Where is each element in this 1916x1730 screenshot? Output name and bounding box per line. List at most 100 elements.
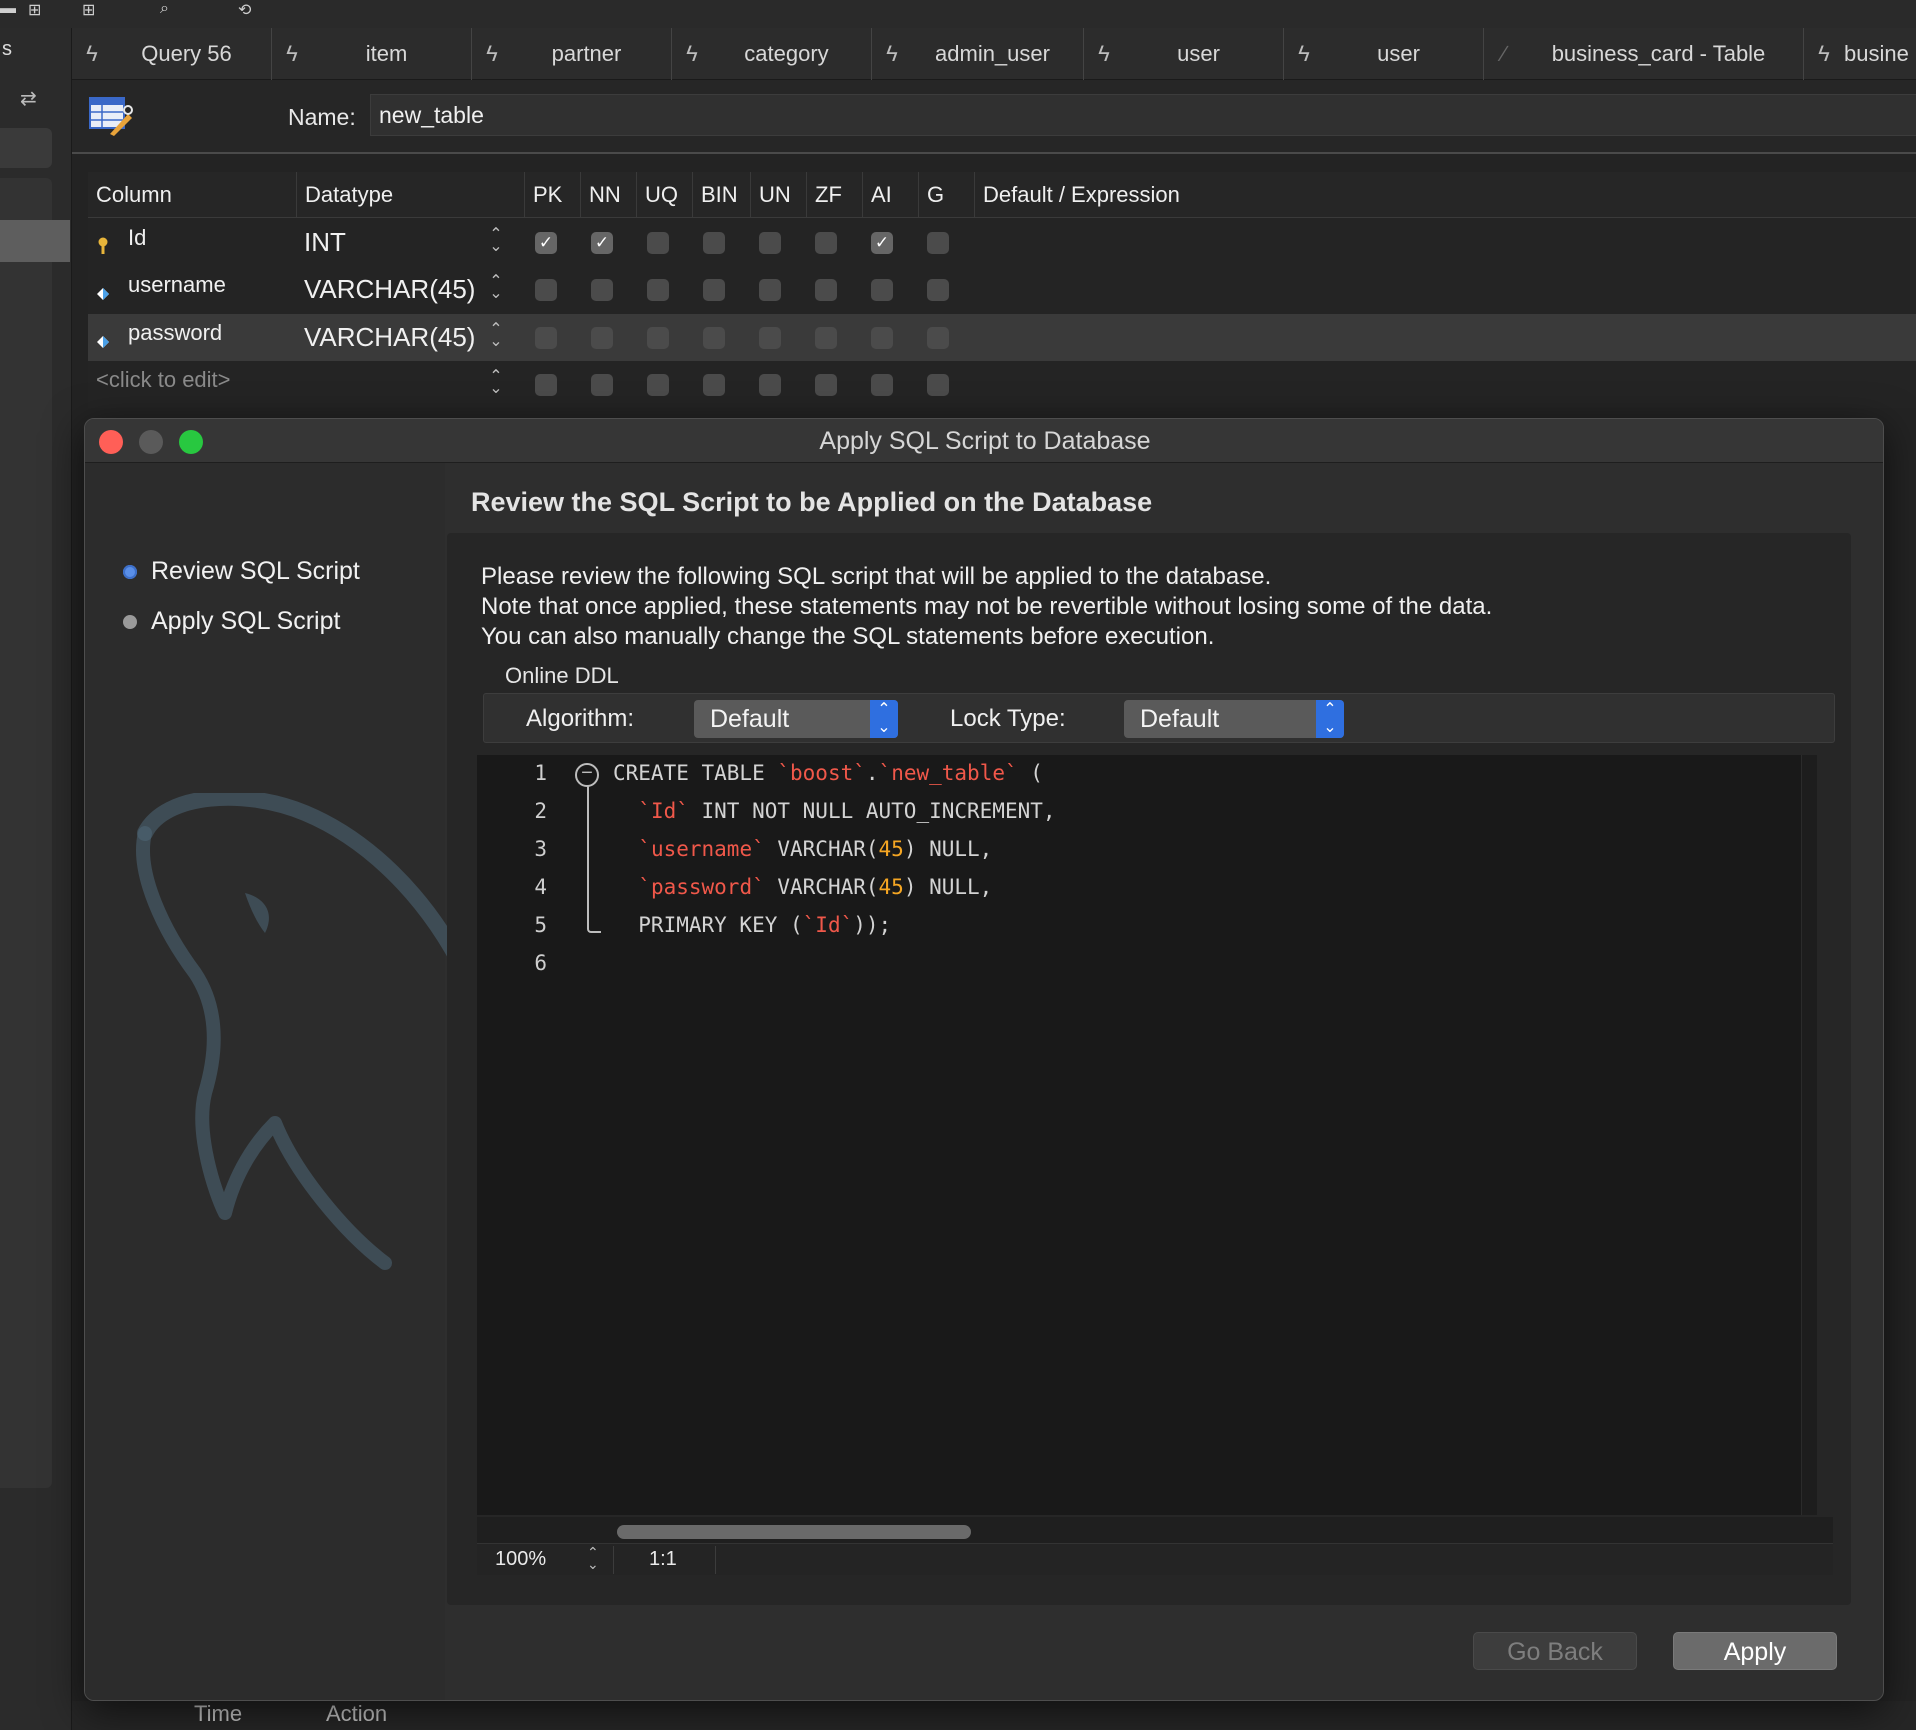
ai-checkbox[interactable]: [871, 279, 893, 301]
header-column[interactable]: Column: [88, 172, 296, 218]
header-datatype[interactable]: Datatype: [296, 172, 524, 218]
header-pk[interactable]: PK: [524, 172, 580, 218]
zoom-stepper-icon[interactable]: ⌃ ⌄: [587, 1545, 599, 1571]
datatype-stepper-icon[interactable]: ⌃ ⌄: [486, 322, 506, 350]
click-to-edit-placeholder[interactable]: <click to edit>: [96, 367, 231, 393]
header-zf[interactable]: ZF: [806, 172, 862, 218]
bin-checkbox[interactable]: [703, 327, 725, 349]
column-row[interactable]: Id INT ⌃ ⌄ ✓ ✓ ✓: [88, 219, 1916, 266]
un-checkbox[interactable]: [759, 327, 781, 349]
pk-checkbox[interactable]: ✓: [535, 232, 557, 254]
column-datatype[interactable]: VARCHAR(45): [304, 322, 475, 353]
horizontal-scroll-thumb[interactable]: [617, 1525, 971, 1539]
tab-user[interactable]: ϟ user: [1084, 28, 1284, 80]
datatype-stepper-icon[interactable]: ⌃ ⌄: [486, 274, 506, 302]
g-checkbox[interactable]: [927, 374, 949, 396]
uq-checkbox[interactable]: [647, 232, 669, 254]
pk-checkbox[interactable]: [535, 327, 557, 349]
output-action-header[interactable]: Action: [326, 1701, 387, 1727]
nn-checkbox[interactable]: [591, 327, 613, 349]
un-checkbox[interactable]: [759, 232, 781, 254]
toolbar-icon[interactable]: ▬: [0, 0, 16, 17]
zf-checkbox[interactable]: [815, 374, 837, 396]
tab-category[interactable]: ϟ category: [672, 28, 872, 80]
fold-collapse-icon[interactable]: −: [575, 763, 599, 787]
column-row[interactable]: password VARCHAR(45) ⌃ ⌄: [88, 314, 1916, 361]
tab-query-56[interactable]: ϟ Query 56: [72, 28, 272, 80]
add-table-icon[interactable]: ⊞: [82, 0, 95, 19]
datatype-stepper-icon[interactable]: ⌃ ⌄: [486, 227, 506, 255]
un-checkbox[interactable]: [759, 279, 781, 301]
column-row[interactable]: username VARCHAR(45) ⌃ ⌄: [88, 266, 1916, 313]
uq-checkbox[interactable]: [647, 374, 669, 396]
add-schema-icon[interactable]: ⊞: [28, 0, 41, 19]
header-uq[interactable]: UQ: [636, 172, 692, 218]
reconnect-icon[interactable]: ⟲: [238, 0, 251, 19]
line-number: 6: [534, 951, 547, 975]
code-line[interactable]: PRIMARY KEY (`Id`));: [613, 913, 891, 937]
inspect-icon[interactable]: ⌕: [160, 0, 169, 17]
header-g[interactable]: G: [918, 172, 974, 218]
uq-checkbox[interactable]: [647, 327, 669, 349]
sidebar-search-field[interactable]: [0, 128, 52, 168]
nn-checkbox[interactable]: [591, 374, 613, 396]
nn-checkbox[interactable]: ✓: [591, 232, 613, 254]
output-time-header[interactable]: Time: [194, 1701, 242, 1727]
new-column-row[interactable]: <click to edit> ⌃ ⌄: [88, 361, 1916, 408]
un-checkbox[interactable]: [759, 374, 781, 396]
bin-checkbox[interactable]: [703, 232, 725, 254]
bin-checkbox[interactable]: [703, 374, 725, 396]
refresh-icon[interactable]: ⇄: [20, 86, 37, 111]
zf-checkbox[interactable]: [815, 232, 837, 254]
schema-tree[interactable]: [0, 178, 52, 1488]
zf-checkbox[interactable]: [815, 279, 837, 301]
code-line[interactable]: CREATE TABLE `boost`.`new_table` (: [613, 761, 1043, 785]
algorithm-select[interactable]: Default ⌃ ⌄: [694, 700, 898, 738]
column-name[interactable]: password: [128, 320, 222, 346]
close-window-button[interactable]: [99, 430, 123, 454]
vertical-scrollbar[interactable]: [1801, 755, 1817, 1515]
bin-checkbox[interactable]: [703, 279, 725, 301]
header-nn[interactable]: NN: [580, 172, 636, 218]
go-back-button[interactable]: Go Back: [1473, 1632, 1637, 1670]
code-line[interactable]: `username` VARCHAR(45) NULL,: [613, 837, 992, 861]
table-name-input[interactable]: [370, 94, 1916, 136]
apply-button[interactable]: Apply: [1673, 1632, 1837, 1670]
tab-item[interactable]: ϟ item: [272, 28, 472, 80]
tab-admin-user[interactable]: ϟ admin_user: [872, 28, 1084, 80]
minimize-window-button[interactable]: [139, 430, 163, 454]
zf-checkbox[interactable]: [815, 327, 837, 349]
g-checkbox[interactable]: [927, 232, 949, 254]
datatype-stepper-icon[interactable]: ⌃ ⌄: [486, 369, 506, 397]
tab-partner[interactable]: ϟ partner: [472, 28, 672, 80]
horizontal-scrollbar[interactable]: [477, 1517, 1833, 1543]
code-line[interactable]: `password` VARCHAR(45) NULL,: [613, 875, 992, 899]
header-default-expression[interactable]: Default / Expression: [974, 172, 1916, 218]
column-name[interactable]: Id: [128, 225, 146, 251]
uq-checkbox[interactable]: [647, 279, 669, 301]
ai-checkbox[interactable]: [871, 374, 893, 396]
g-checkbox[interactable]: [927, 279, 949, 301]
tab-business-card-table[interactable]: ∕ business_card - Table: [1484, 28, 1804, 80]
sql-script-editor[interactable]: 1 2 3 4 5 6 − CREATE TABLE `boost`.`new_…: [477, 755, 1833, 1543]
ai-checkbox[interactable]: ✓: [871, 232, 893, 254]
header-ai[interactable]: AI: [862, 172, 918, 218]
header-bin[interactable]: BIN: [692, 172, 750, 218]
pk-checkbox[interactable]: [535, 279, 557, 301]
zoom-window-button[interactable]: [179, 430, 203, 454]
column-datatype[interactable]: VARCHAR(45): [304, 274, 475, 305]
tab-user-2[interactable]: ϟ user: [1284, 28, 1484, 80]
lock-type-select[interactable]: Default ⌃ ⌄: [1124, 700, 1344, 738]
column-name[interactable]: username: [128, 272, 226, 298]
line-number: 2: [534, 799, 547, 823]
header-un[interactable]: UN: [750, 172, 806, 218]
nn-checkbox[interactable]: [591, 279, 613, 301]
pk-checkbox[interactable]: [535, 374, 557, 396]
column-datatype[interactable]: INT: [304, 227, 346, 258]
schema-tree-selected-item[interactable]: [0, 220, 70, 262]
code-line[interactable]: `Id` INT NOT NULL AUTO_INCREMENT,: [613, 799, 1055, 823]
tab-business-overflow[interactable]: ϟ busine: [1804, 28, 1916, 80]
ai-checkbox[interactable]: [871, 327, 893, 349]
zoom-level[interactable]: 100%: [495, 1548, 546, 1571]
g-checkbox[interactable]: [927, 327, 949, 349]
